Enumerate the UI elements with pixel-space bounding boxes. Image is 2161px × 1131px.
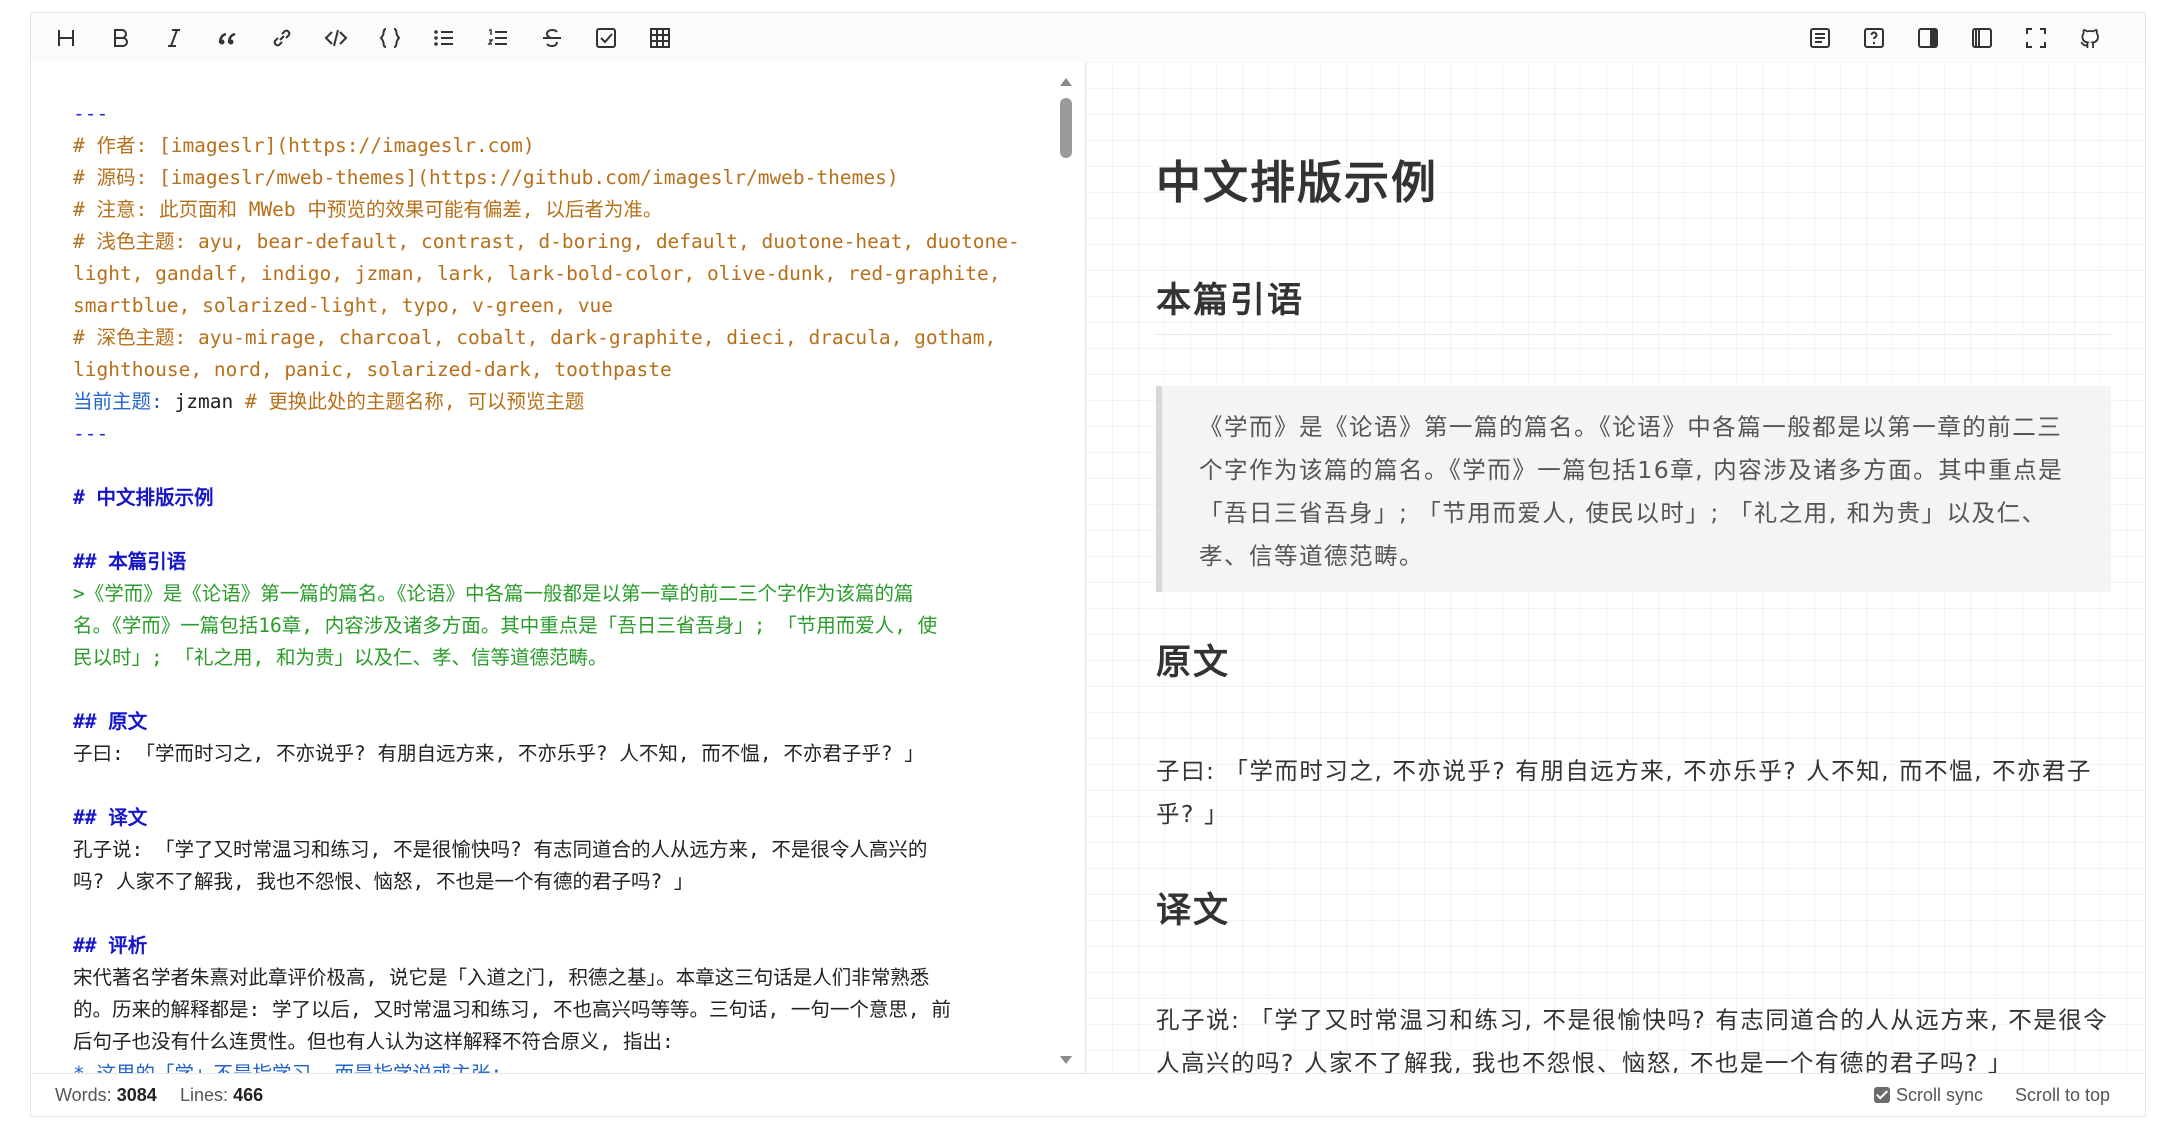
source-line[interactable]: smartblue, solarized-light, typo, v-gree… (73, 290, 1048, 322)
toc-icon[interactable] (1807, 25, 1833, 51)
toolbar (31, 13, 2145, 63)
scroll-to-top-button[interactable]: Scroll to top (2015, 1085, 2110, 1106)
source-line[interactable]: 孔子说: 「学了又时常温习和练习, 不是很愉快吗? 有志同道合的人从远方来, 不… (73, 834, 1048, 866)
heading-icon[interactable] (53, 25, 79, 51)
editor-scroll-up-icon[interactable] (1060, 78, 1072, 86)
source-line[interactable] (73, 514, 1048, 546)
source-line[interactable]: 后句子也没有什么连贯性。但也有人认为这样解释不符合原义, 指出: (73, 1026, 1048, 1058)
line-count: Lines: 466 (180, 1085, 263, 1106)
markdown-editor-app: --- # 作者: [imageslr](https://imageslr.com… (30, 12, 2146, 1117)
editor-only-icon[interactable] (1915, 25, 1941, 51)
word-count: Words: 3084 (55, 1085, 157, 1106)
source-line[interactable]: light, gandalf, indigo, jzman, lark, lar… (73, 258, 1048, 290)
help-icon[interactable] (1861, 25, 1887, 51)
markdown-source[interactable]: --- # 作者: [imageslr](https://imageslr.com… (73, 98, 1048, 1074)
word-count-value: 3084 (116, 1085, 157, 1105)
editor-scroll-down-icon[interactable] (1060, 1056, 1072, 1064)
code-block-icon[interactable] (377, 25, 403, 51)
source-line[interactable]: 宋代著名学者朱熹对此章评价极高, 说它是「入道之门, 积德之基」。本章这三句话是… (73, 962, 1048, 994)
preview-title: 中文排版示例 (1156, 156, 1439, 209)
source-line[interactable]: # 作者: [imageslr](https://imageslr.com) (73, 130, 1048, 162)
preview-heading-original: 原文 (1156, 643, 1231, 683)
source-line[interactable] (73, 450, 1048, 482)
line-count-value: 466 (233, 1085, 264, 1105)
source-token: jzman (174, 390, 245, 413)
link-icon[interactable] (269, 25, 295, 51)
source-line[interactable]: 当前主题: jzman # 更换此处的主题名称, 可以预览主题 (73, 386, 1048, 418)
source-line[interactable]: --- (73, 418, 1048, 450)
word-count-label: Words: (55, 1085, 112, 1105)
source-line[interactable]: ## 评析 (73, 930, 1048, 962)
preview-blockquote: 《学而》是《论语》第一篇的篇名。《论语》中各篇一般都是以第一章的前二三个字作为该… (1156, 386, 2111, 592)
source-line[interactable] (73, 770, 1048, 802)
source-line[interactable]: # 深色主题: ayu-mirage, charcoal, cobalt, da… (73, 322, 1048, 354)
preview-paragraph-original: 子曰: 「学而时习之, 不亦说乎? 有朋自远方来, 不亦乐乎? 人不知, 而不愠… (1156, 757, 2093, 828)
strikethrough-icon[interactable] (539, 25, 565, 51)
source-line[interactable]: 的。历来的解释都是: 学了以后, 又时常温习和练习, 不也高兴吗等等。三句话, … (73, 994, 1048, 1026)
source-token: 当前主题: (73, 390, 175, 413)
source-line[interactable]: --- (73, 98, 1048, 130)
scroll-sync-label[interactable]: Scroll sync (1896, 1085, 1983, 1105)
source-line[interactable]: # 浅色主题: ayu, bear-default, contrast, d-b… (73, 226, 1048, 258)
source-line[interactable] (73, 898, 1048, 930)
source-line[interactable]: * 这里的「学」不是指学习, 而是指学说或主张; (73, 1058, 1048, 1074)
code-icon[interactable] (323, 25, 349, 51)
source-line[interactable]: 子曰: 「学而时习之, 不亦说乎? 有朋自远方来, 不亦乐乎? 人不知, 而不愠… (73, 738, 1048, 770)
unordered-list-icon[interactable] (431, 25, 457, 51)
source-line[interactable] (73, 674, 1048, 706)
editor-scrollbar-thumb[interactable] (1060, 98, 1072, 158)
source-line[interactable]: # 源码: [imageslr/mweb-themes](https://git… (73, 162, 1048, 194)
heading-divider (1156, 334, 2111, 335)
preview-paragraph-translation: 孔子说: 「学了又时常温习和练习, 不是很愉快吗? 有志同道合的人从远方来, 不… (1156, 1006, 2109, 1074)
line-count-label: Lines: (180, 1085, 229, 1105)
scroll-sync-checkbox[interactable] (1874, 1087, 1890, 1103)
source-line[interactable]: ## 本篇引语 (73, 546, 1048, 578)
markdown-editor-pane[interactable]: --- # 作者: [imageslr](https://imageslr.com… (31, 62, 1085, 1074)
source-line[interactable]: 名。《学而》一篇包括16章, 内容涉及诸多方面。其中重点是「吾日三省吾身」; 「… (73, 610, 1048, 642)
fullscreen-icon[interactable] (2023, 25, 2049, 51)
bold-icon[interactable] (107, 25, 133, 51)
source-line[interactable]: 民以时」; 「礼之用, 和为贵」以及仁、孝、信等道德范畴。 (73, 642, 1048, 674)
preview-only-icon[interactable] (1969, 25, 1995, 51)
task-list-icon[interactable] (593, 25, 619, 51)
github-icon[interactable] (2077, 25, 2103, 51)
status-bar: Words: 3084 Lines: 466 Scroll sync Scrol… (31, 1073, 2145, 1116)
scroll-sync-toggle[interactable]: Scroll sync (1874, 1085, 1983, 1106)
source-line[interactable]: # 注意: 此页面和 MWeb 中预览的效果可能有偏差, 以后者为准。 (73, 194, 1048, 226)
preview-heading-translation: 译文 (1156, 891, 1231, 931)
ordered-list-icon[interactable] (485, 25, 511, 51)
source-line[interactable]: >《学而》是《论语》第一篇的篇名。《论语》中各篇一般都是以第一章的前二三个字作为… (73, 578, 1048, 610)
table-icon[interactable] (647, 25, 673, 51)
preview-pane: 中文排版示例 本篇引语 《学而》是《论语》第一篇的篇名。《论语》中各篇一般都是以… (1086, 62, 2145, 1074)
source-line[interactable]: ## 原文 (73, 706, 1048, 738)
italic-icon[interactable] (161, 25, 187, 51)
source-line[interactable]: 吗? 人家不了解我, 我也不怨恨、恼怒, 不也是一个有德的君子吗? 」 (73, 866, 1048, 898)
preview-heading-quote: 本篇引语 (1156, 281, 1305, 321)
quote-icon[interactable] (215, 25, 241, 51)
source-line[interactable]: ## 译文 (73, 802, 1048, 834)
source-line[interactable]: lighthouse, nord, panic, solarized-dark,… (73, 354, 1048, 386)
source-token: # 更换此处的主题名称, 可以预览主题 (244, 390, 585, 413)
source-line[interactable]: # 中文排版示例 (73, 482, 1048, 514)
